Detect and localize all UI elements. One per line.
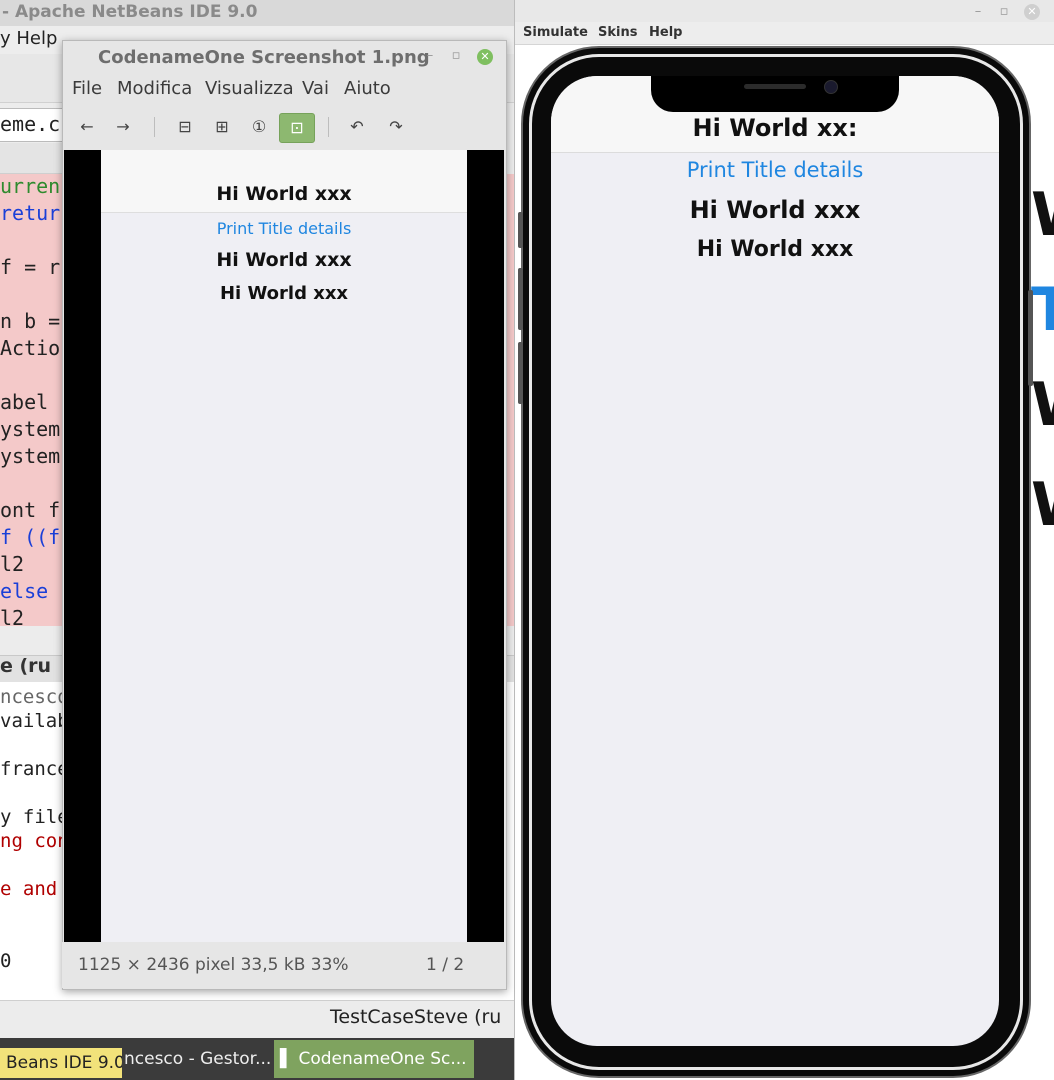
forward-arrow-icon[interactable]: → <box>108 113 138 141</box>
code-line: ystem <box>0 444 61 468</box>
rotate-left-icon[interactable]: ↶ <box>342 113 372 141</box>
hi-world-label-2: Hi World xxx <box>696 237 854 262</box>
phone-notch <box>651 76 899 112</box>
menu-aiuto[interactable]: Aiuto <box>344 78 391 99</box>
code-line: retur <box>0 201 61 225</box>
code-line: ystem <box>0 417 61 441</box>
phone-side-button <box>518 342 523 404</box>
screenshot-link: Print Title details <box>216 219 352 238</box>
output-line: vailab <box>0 710 69 732</box>
screenshot-title: Hi World xxx <box>216 183 352 205</box>
partial-glyph: W <box>1031 470 1054 540</box>
minimize-icon[interactable]: – <box>422 48 438 63</box>
code-line: n b = <box>0 309 61 333</box>
output-line: e and <box>0 878 58 900</box>
code-line: l2 <box>0 606 25 630</box>
maximize-icon[interactable]: ▫ <box>996 4 1012 19</box>
phone-side-button <box>518 212 523 248</box>
background-partial-text: W T W W <box>1031 180 1054 560</box>
partial-glyph: W <box>1031 180 1054 250</box>
code-line: f = r <box>0 255 61 279</box>
simulator-menubar <box>515 22 1054 45</box>
editor-toolbar <box>0 143 62 174</box>
code-line: abel <box>0 390 49 414</box>
actual-size-icon[interactable]: ① <box>244 113 274 141</box>
image-viewer-title: CodenameOne Screenshot 1.png <box>98 47 430 68</box>
partial-glyph: T <box>1031 275 1054 345</box>
phone-side-button <box>518 268 523 330</box>
hi-world-label-1: Hi World xxx <box>689 196 861 224</box>
back-arrow-icon[interactable]: ← <box>72 113 102 141</box>
code-line: ont f <box>0 498 61 522</box>
app-title: Hi World xx: <box>692 114 858 142</box>
close-icon[interactable]: ✕ <box>477 49 493 65</box>
menu-help[interactable]: Help <box>649 25 682 40</box>
output-line: ng con <box>0 830 69 852</box>
image-info: 1125 × 2436 pixel 33,5 kB 33% <box>78 955 349 975</box>
menu-file[interactable]: File <box>72 78 102 99</box>
taskbar-item-image-viewer[interactable]: ▌ CodenameOne Sc... <box>274 1040 474 1078</box>
netbeans-menu-help[interactable]: y Help <box>0 28 57 49</box>
menu-simulate[interactable]: Simulate <box>523 25 588 40</box>
code-line: f ((f <box>0 525 61 549</box>
speaker-icon <box>744 84 806 89</box>
maximize-icon[interactable]: ▫ <box>448 48 464 63</box>
code-line: Actio <box>0 336 61 360</box>
netbeans-title: - Apache NetBeans IDE 9.0 <box>2 2 258 22</box>
best-fit-icon[interactable]: ⊡ <box>279 113 315 143</box>
menu-visualizza[interactable]: Visualizza <box>205 78 294 99</box>
zoom-out-icon[interactable]: ⊟ <box>170 113 200 141</box>
output-line: france <box>0 758 69 780</box>
phone-side-button <box>1028 290 1033 386</box>
screenshot-label-2: Hi World xxx <box>219 283 349 304</box>
output-tab-title[interactable]: e (ru <box>0 655 51 677</box>
screenshot-label-1: Hi World xxx <box>216 249 352 271</box>
code-line: else <box>0 579 49 603</box>
menu-skins[interactable]: Skins <box>598 25 637 40</box>
taskbar-item-netbeans[interactable]: Beans IDE 9.0 <box>0 1048 122 1078</box>
minimize-icon[interactable]: – <box>970 4 986 19</box>
output-line: y file <box>0 806 69 828</box>
close-icon[interactable]: ✕ <box>1024 4 1040 20</box>
code-line: l2 <box>0 552 25 576</box>
toolbar-separator <box>328 117 329 137</box>
camera-icon <box>824 80 838 94</box>
page-indicator: 1 / 2 <box>426 955 465 975</box>
print-title-details-link[interactable]: Print Title details <box>551 158 999 182</box>
rotate-right-icon[interactable]: ↷ <box>381 113 411 141</box>
output-line: 0 <box>0 950 12 972</box>
partial-glyph: W <box>1031 370 1054 440</box>
netbeans-status-text: TestCaseSteve (ru <box>330 1006 502 1028</box>
menu-modifica[interactable]: Modifica <box>117 78 192 99</box>
code-line: urren <box>0 174 61 198</box>
taskbar-item-file-manager[interactable]: ncesco - Gestor... <box>118 1040 272 1078</box>
menu-vai[interactable]: Vai <box>302 78 329 99</box>
output-line: ncesco <box>0 686 69 708</box>
zoom-in-icon[interactable]: ⊞ <box>207 113 237 141</box>
toolbar-separator <box>154 117 155 137</box>
